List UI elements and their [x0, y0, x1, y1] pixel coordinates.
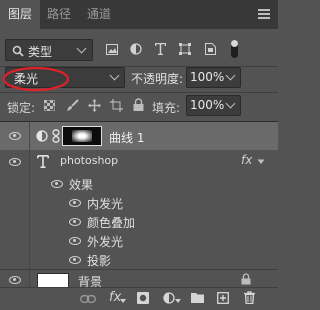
effect-row-color-overlay[interactable]: 颜色叠加 [0, 212, 278, 231]
effect-name: 颜色叠加 [87, 216, 136, 230]
chevron-down-icon [109, 70, 120, 81]
shape-layer-filter-icon[interactable] [179, 43, 191, 55]
lock-image-pixels-brush-icon[interactable] [66, 99, 79, 112]
fill-value: 100% [190, 98, 225, 112]
adjustment-layer-icon [36, 130, 48, 142]
layer-locked-icon [241, 273, 251, 285]
add-layer-mask-icon[interactable] [137, 292, 149, 304]
layers-panel: 图层 路径 通道 类型 柔光 不透明度: 100% 锁定: 填充: 100% 曲… [0, 0, 278, 310]
smart-object-filter-icon[interactable] [205, 43, 216, 55]
tab-layers-label: 图层 [7, 7, 32, 21]
layer-mask-thumbnail[interactable] [62, 126, 102, 146]
chevron-down-icon [225, 70, 236, 81]
new-adjustment-layer-icon[interactable] [163, 292, 175, 304]
chevron-down-icon [175, 299, 181, 303]
tab-paths-label: 路径 [46, 7, 71, 21]
effect-row-inner-glow[interactable]: 内发光 [0, 193, 278, 212]
layer-row-curves[interactable]: 曲线 1 [0, 122, 278, 150]
chevron-down-icon [120, 299, 126, 303]
fill-input[interactable]: 100% [186, 95, 241, 116]
filter-toggle-switch[interactable] [231, 40, 238, 58]
effect-row-drop-shadow[interactable]: 投影 [0, 250, 278, 269]
new-layer-icon[interactable] [217, 292, 229, 304]
layer-effects-badge[interactable]: fx [241, 153, 252, 167]
expand-effects-chevron-icon[interactable] [257, 159, 265, 165]
visibility-eye-icon[interactable] [69, 218, 81, 226]
effect-name: 投影 [87, 254, 112, 268]
type-layer-icon [37, 155, 49, 168]
type-layer-filter-icon[interactable] [155, 43, 166, 55]
effects-label: 效果 [69, 178, 94, 192]
visibility-eye-icon[interactable] [69, 256, 81, 264]
tab-bar: 图层 路径 通道 [0, 0, 278, 29]
tab-channels-label: 通道 [86, 7, 111, 21]
visibility-eye-icon[interactable] [9, 276, 21, 284]
layer-name: 曲线 1 [109, 131, 145, 145]
opacity-input[interactable]: 100% [186, 67, 241, 88]
filter-kind-label: 类型 [28, 45, 53, 59]
chevron-down-icon [225, 98, 236, 109]
tab-channels[interactable]: 通道 [78, 0, 120, 29]
lock-transparent-pixels-icon[interactable] [44, 100, 55, 111]
opacity-label: 不透明度: [131, 72, 184, 86]
visibility-eye-icon[interactable] [51, 180, 63, 188]
search-icon [12, 45, 24, 57]
annotation-circle [2, 66, 70, 92]
opacity-value: 100% [190, 70, 225, 84]
layer-row-text[interactable]: photoshop fx [0, 150, 278, 174]
filter-kind-dropdown[interactable]: 类型 [5, 39, 93, 61]
visibility-eye-icon[interactable] [69, 199, 81, 207]
lock-position-move-icon[interactable] [88, 99, 101, 112]
tab-paths[interactable]: 路径 [40, 0, 78, 29]
layer-name: photoshop [60, 154, 119, 167]
adjustment-layer-filter-icon[interactable] [130, 43, 142, 55]
effect-row-outer-glow[interactable]: 外发光 [0, 231, 278, 250]
effect-name: 外发光 [87, 235, 124, 249]
visibility-eye-icon[interactable] [9, 158, 21, 166]
panel-menu-icon[interactable] [258, 9, 270, 19]
tab-layers[interactable]: 图层 [0, 0, 40, 29]
mask-link-icon[interactable] [52, 129, 60, 143]
visibility-eye-icon[interactable] [69, 237, 81, 245]
new-group-folder-icon[interactable] [191, 292, 204, 303]
lock-label: 锁定: [7, 101, 36, 115]
effects-group-row[interactable]: 效果 [0, 174, 278, 193]
fill-label: 填充: [152, 101, 181, 115]
pixel-layer-filter-icon[interactable] [106, 44, 118, 55]
bottom-toolbar: fx [0, 287, 278, 310]
lock-all-icon[interactable] [133, 98, 144, 111]
lock-artboard-icon[interactable] [110, 99, 123, 112]
chevron-down-icon [76, 43, 87, 54]
delete-layer-trash-icon[interactable] [244, 291, 255, 304]
link-layers-icon[interactable] [80, 295, 96, 303]
effect-name: 内发光 [87, 197, 124, 211]
visibility-eye-icon[interactable] [9, 132, 21, 140]
